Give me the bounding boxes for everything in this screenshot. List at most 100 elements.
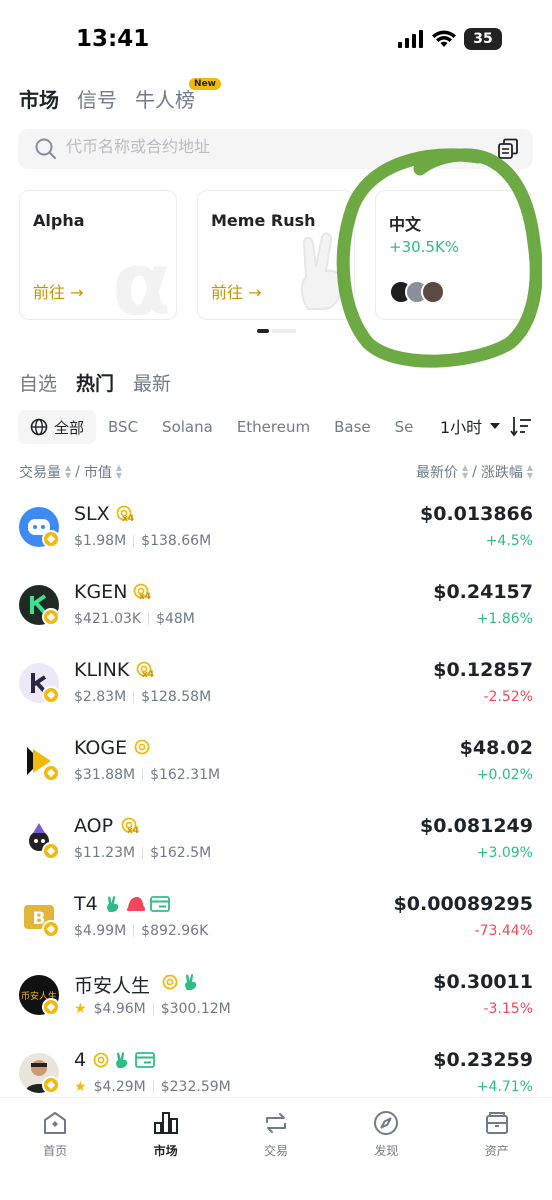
- token-sub: $1.98M $138.66M: [74, 533, 211, 549]
- token-volume: $2.83M: [74, 689, 127, 705]
- token-price: $0.013866: [420, 503, 533, 525]
- nav-label: 资产: [484, 1144, 509, 1158]
- chain-filter-bsc[interactable]: BSC: [96, 410, 150, 444]
- token-volume: $31.88M: [74, 767, 136, 783]
- token-price: $0.30011: [433, 971, 533, 993]
- column-label: 涨跌幅: [480, 465, 523, 481]
- star-icon[interactable]: ★: [74, 1079, 87, 1095]
- token-change: -2.52%: [483, 689, 533, 705]
- token-symbol: 4: [74, 1049, 87, 1071]
- globe-icon: [30, 418, 48, 436]
- table-row[interactable]: KLINK x4 $2.83M $128.58M $0.12857 -2.52%: [0, 643, 552, 721]
- table-row[interactable]: B T4 $4.99M $892.96K $0.00089295 -73.44%: [0, 877, 552, 955]
- alpha-icon: [93, 1052, 109, 1068]
- chain-filter-ethereum[interactable]: Ethereum: [225, 410, 322, 444]
- sort-icon[interactable]: [510, 415, 532, 437]
- alpha-x4-icon: x4: [116, 505, 134, 524]
- peace-hand-icon: [300, 232, 344, 310]
- bsc-chain-icon: [42, 608, 60, 626]
- column-header-price[interactable]: 最新价 ▲ ▼ / 涨跌幅 ▲ ▼: [416, 462, 533, 482]
- card-go-link[interactable]: 前往 →: [33, 279, 84, 303]
- table-row[interactable]: KOGE $31.88M $162.31M $48.02 +0.02%: [0, 721, 552, 799]
- card-icon: [150, 896, 170, 912]
- time-filter-value: 1小时: [440, 418, 483, 437]
- token-mcap: $138.66M: [141, 533, 212, 549]
- token-symbol: KLINK: [74, 659, 130, 681]
- token-tags: x4: [136, 661, 154, 680]
- card-icon: [135, 1052, 155, 1068]
- tab-top-traders[interactable]: 牛人榜 New: [135, 78, 221, 113]
- sort-caret-icon: ▲ ▼: [115, 463, 123, 480]
- chain-filter-solana[interactable]: Solana: [150, 410, 225, 444]
- nav-label: 交易: [263, 1144, 288, 1158]
- nav-label: 市场: [153, 1144, 178, 1158]
- nav-market[interactable]: 市场: [110, 1098, 220, 1200]
- nav-trade[interactable]: 交易: [221, 1098, 331, 1200]
- chain-filter-more[interactable]: Se: [383, 410, 426, 444]
- bsc-chain-icon: [42, 998, 60, 1016]
- column-separator: /: [75, 464, 80, 480]
- table-row[interactable]: 币安人生 币安人生 ★ $4.96M $300.12M $0.30011 -3.…: [0, 955, 552, 1033]
- table-row[interactable]: AOP x4 $11.23M $162.5M $0.081249 +3.09%: [0, 799, 552, 877]
- card-meme-rush[interactable]: Meme Rush 前往 →: [197, 190, 355, 320]
- chain-filter-base[interactable]: Base: [322, 410, 383, 444]
- table-row[interactable]: SLX x4 $1.98M $138.66M $0.013866 +4.5%: [0, 487, 552, 565]
- bsc-chain-icon: [42, 530, 60, 548]
- pager-dot: [272, 329, 296, 333]
- token-price: $48.02: [459, 737, 533, 759]
- card-go-link[interactable]: 前往 →: [211, 279, 262, 303]
- alpha-x4-icon: x4: [136, 661, 154, 680]
- token-tags: [104, 895, 170, 913]
- table-row[interactable]: KGEN x4 $421.03K $48M $0.24157 +1.86%: [0, 565, 552, 643]
- nav-home[interactable]: 首页: [0, 1098, 110, 1200]
- token-volume: $4.99M: [74, 923, 127, 939]
- tab-market[interactable]: 市场: [19, 84, 59, 113]
- star-icon[interactable]: ★: [74, 1001, 87, 1017]
- alpha-icon: [162, 974, 178, 990]
- search-bar[interactable]: [18, 129, 533, 169]
- sort-caret-icon: ▲ ▼: [65, 463, 72, 480]
- card-alpha[interactable]: α Alpha 前往 →: [19, 190, 177, 320]
- tab-newest[interactable]: 最新: [133, 369, 171, 396]
- wifi-icon: [432, 30, 456, 47]
- tab-hot[interactable]: 热门: [76, 369, 114, 396]
- nav-label: 发现: [374, 1144, 399, 1158]
- token-tags: [162, 973, 200, 991]
- token-change: +3.09%: [476, 845, 533, 861]
- top-tabs: 市场 信号 牛人榜 New: [19, 78, 221, 113]
- discover-icon: [374, 1111, 399, 1135]
- search-input[interactable]: [66, 137, 486, 156]
- status-time: 13:41: [76, 26, 150, 52]
- token-symbol: AOP: [74, 815, 114, 837]
- column-separator: /: [472, 464, 477, 480]
- card-chinese[interactable]: 中文 +30.5K%: [375, 190, 533, 320]
- token-change: +0.02%: [476, 767, 533, 783]
- paste-icon[interactable]: [497, 138, 519, 160]
- card-pager: [257, 329, 296, 333]
- column-label: 最新价: [415, 465, 458, 481]
- tab-signals[interactable]: 信号: [77, 84, 117, 113]
- token-mcap: $128.58M: [141, 689, 212, 705]
- bsc-chain-icon: [42, 764, 60, 782]
- tab-watchlist[interactable]: 自选: [19, 369, 57, 396]
- token-volume: $4.29M: [93, 1079, 146, 1095]
- token-price: $0.081249: [420, 815, 533, 837]
- chain-filter-all[interactable]: 全部: [18, 410, 97, 444]
- nav-assets[interactable]: 资产: [442, 1098, 552, 1200]
- column-header-volume[interactable]: 交易量 ▲ ▼ / 市值 ▲ ▼: [19, 462, 122, 482]
- peace-hand-tag-icon: [116, 1052, 128, 1068]
- time-filter-dropdown[interactable]: 1小时: [422, 409, 501, 443]
- token-volume: $4.96M: [93, 1001, 146, 1017]
- bottom-nav: 首页 市场 交易 发现 资产: [0, 1097, 552, 1200]
- token-mcap: $162.31M: [150, 767, 221, 783]
- token-mcap: $48M: [156, 611, 195, 627]
- avatar-group: [389, 280, 445, 304]
- status-bar: 13:41 35: [0, 0, 552, 80]
- token-volume: $1.98M: [74, 533, 127, 549]
- sort-caret-icon: ▲ ▼: [461, 463, 469, 480]
- token-symbol: KOGE: [74, 737, 128, 759]
- alpha-icon: [134, 739, 150, 755]
- pager-dot-active: [257, 329, 269, 333]
- nav-discover[interactable]: 发现: [331, 1098, 441, 1200]
- bsc-chain-icon: [42, 842, 60, 860]
